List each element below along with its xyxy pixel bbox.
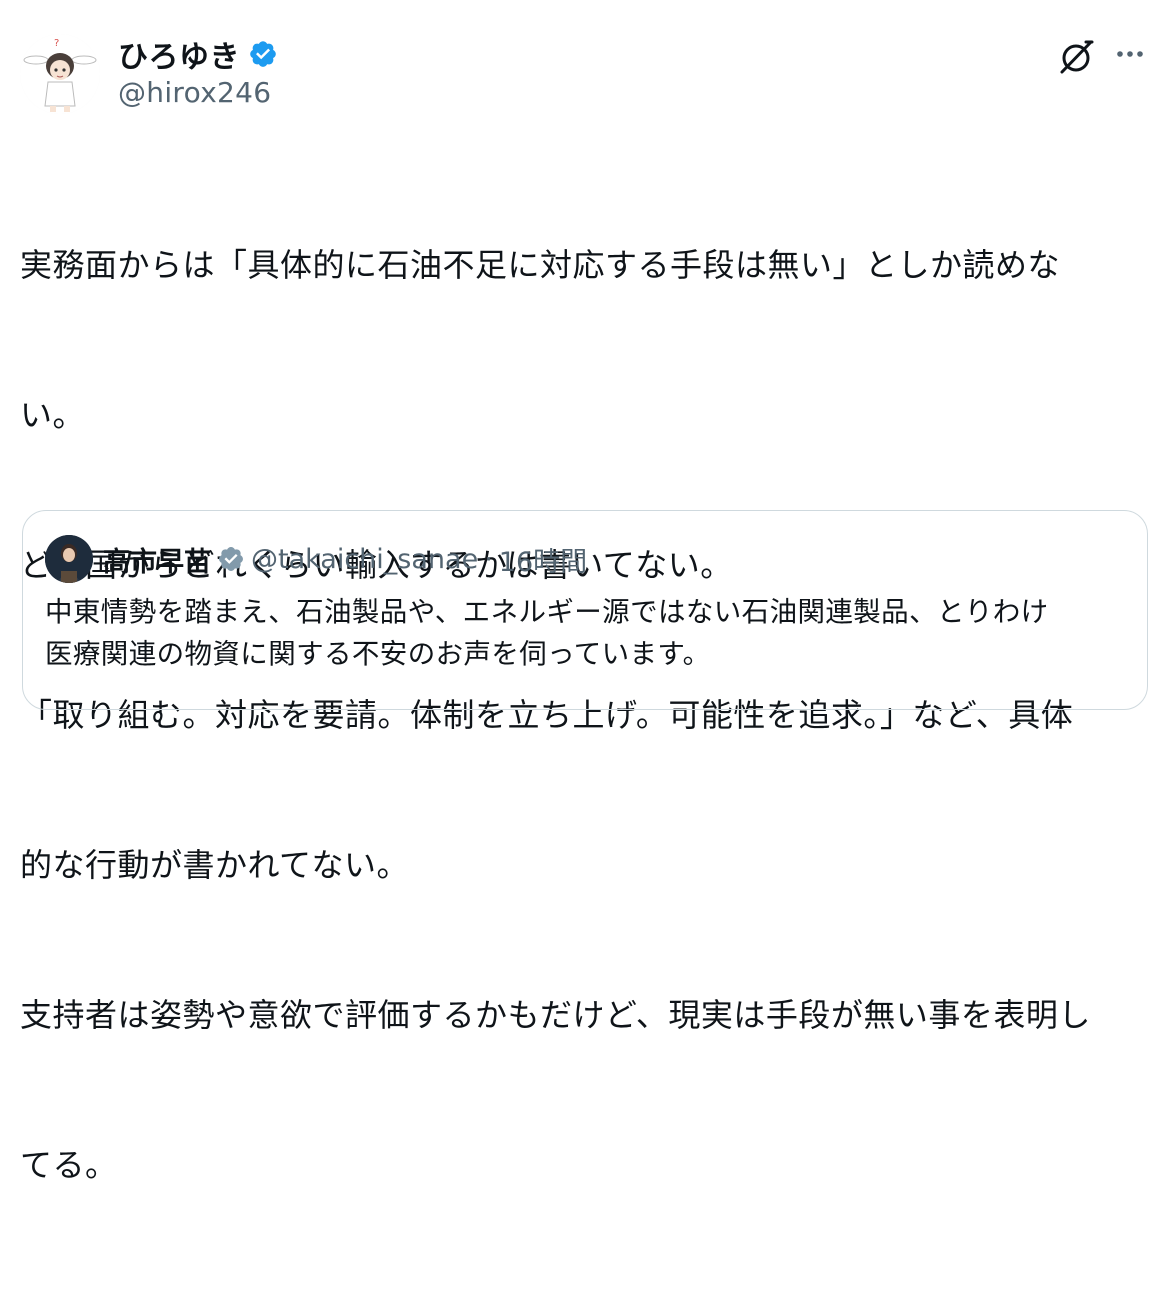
quoted-tweet-text: 中東情勢を踏まえ、石油製品や、エネルギー源ではない石油関連製品、とりわけ 医療関… <box>45 591 1135 675</box>
person-portrait-icon <box>45 535 93 583</box>
tweet-text-line: てる。 <box>20 1146 118 1184</box>
author-display-name[interactable]: ひろゆき <box>118 32 240 76</box>
author-name-row: ひろゆき <box>118 36 278 75</box>
more-options-icon[interactable] <box>1112 40 1148 70</box>
tweet-text-line: 実務面からは「具体的に石油不足に対応する手段は無い」としか読めな <box>20 246 1061 284</box>
quoted-text-line: 医療関連の物資に関する不安のお声を伺っています。 <box>45 638 711 670</box>
tweet-text-line: 的な行動が書かれてない。 <box>20 846 410 884</box>
tweet-text-line: 支持者は姿勢や意欲で評価するかもだけど、現実は手段が無い事を表明し <box>20 996 1091 1034</box>
tweet: ? ひろゆき @hirox246 実務面からは「具体的に石油不足に対応する手段は… <box>0 0 1166 1184</box>
quoted-timestamp[interactable]: 16時間 <box>499 540 587 579</box>
quoted-text-line: 中東情勢を踏まえ、石油製品や、エネルギー源ではない石油関連製品、とりわけ <box>45 596 1049 628</box>
quoted-handle[interactable]: @takaichi_sanae <box>251 544 478 575</box>
quoted-display-name[interactable]: 高市早苗 <box>103 540 211 579</box>
author-avatar[interactable]: ? <box>20 34 100 114</box>
quoted-author-avatar[interactable] <box>45 535 93 583</box>
author-handle[interactable]: @hirox246 <box>118 76 271 109</box>
quoted-name-row: 高市早苗 @takaichi_sanae · 16時間 <box>103 539 587 579</box>
grok-icon[interactable] <box>1056 37 1096 77</box>
svg-text:?: ? <box>54 38 59 49</box>
verified-badge-icon <box>248 39 278 69</box>
tweet-text: 実務面からは「具体的に石油不足に対応する手段は無い」としか読めな い。 どの国か… <box>20 140 1146 1290</box>
anime-character-avatar-icon: ? <box>20 34 100 114</box>
tweet-text-line: い。 <box>20 396 86 434</box>
separator-dot: · <box>484 543 493 575</box>
government-verified-badge-icon <box>217 545 245 573</box>
quoted-tweet-card[interactable]: 高市早苗 @takaichi_sanae · 16時間 中東情勢を踏まえ、石油製… <box>22 510 1148 710</box>
